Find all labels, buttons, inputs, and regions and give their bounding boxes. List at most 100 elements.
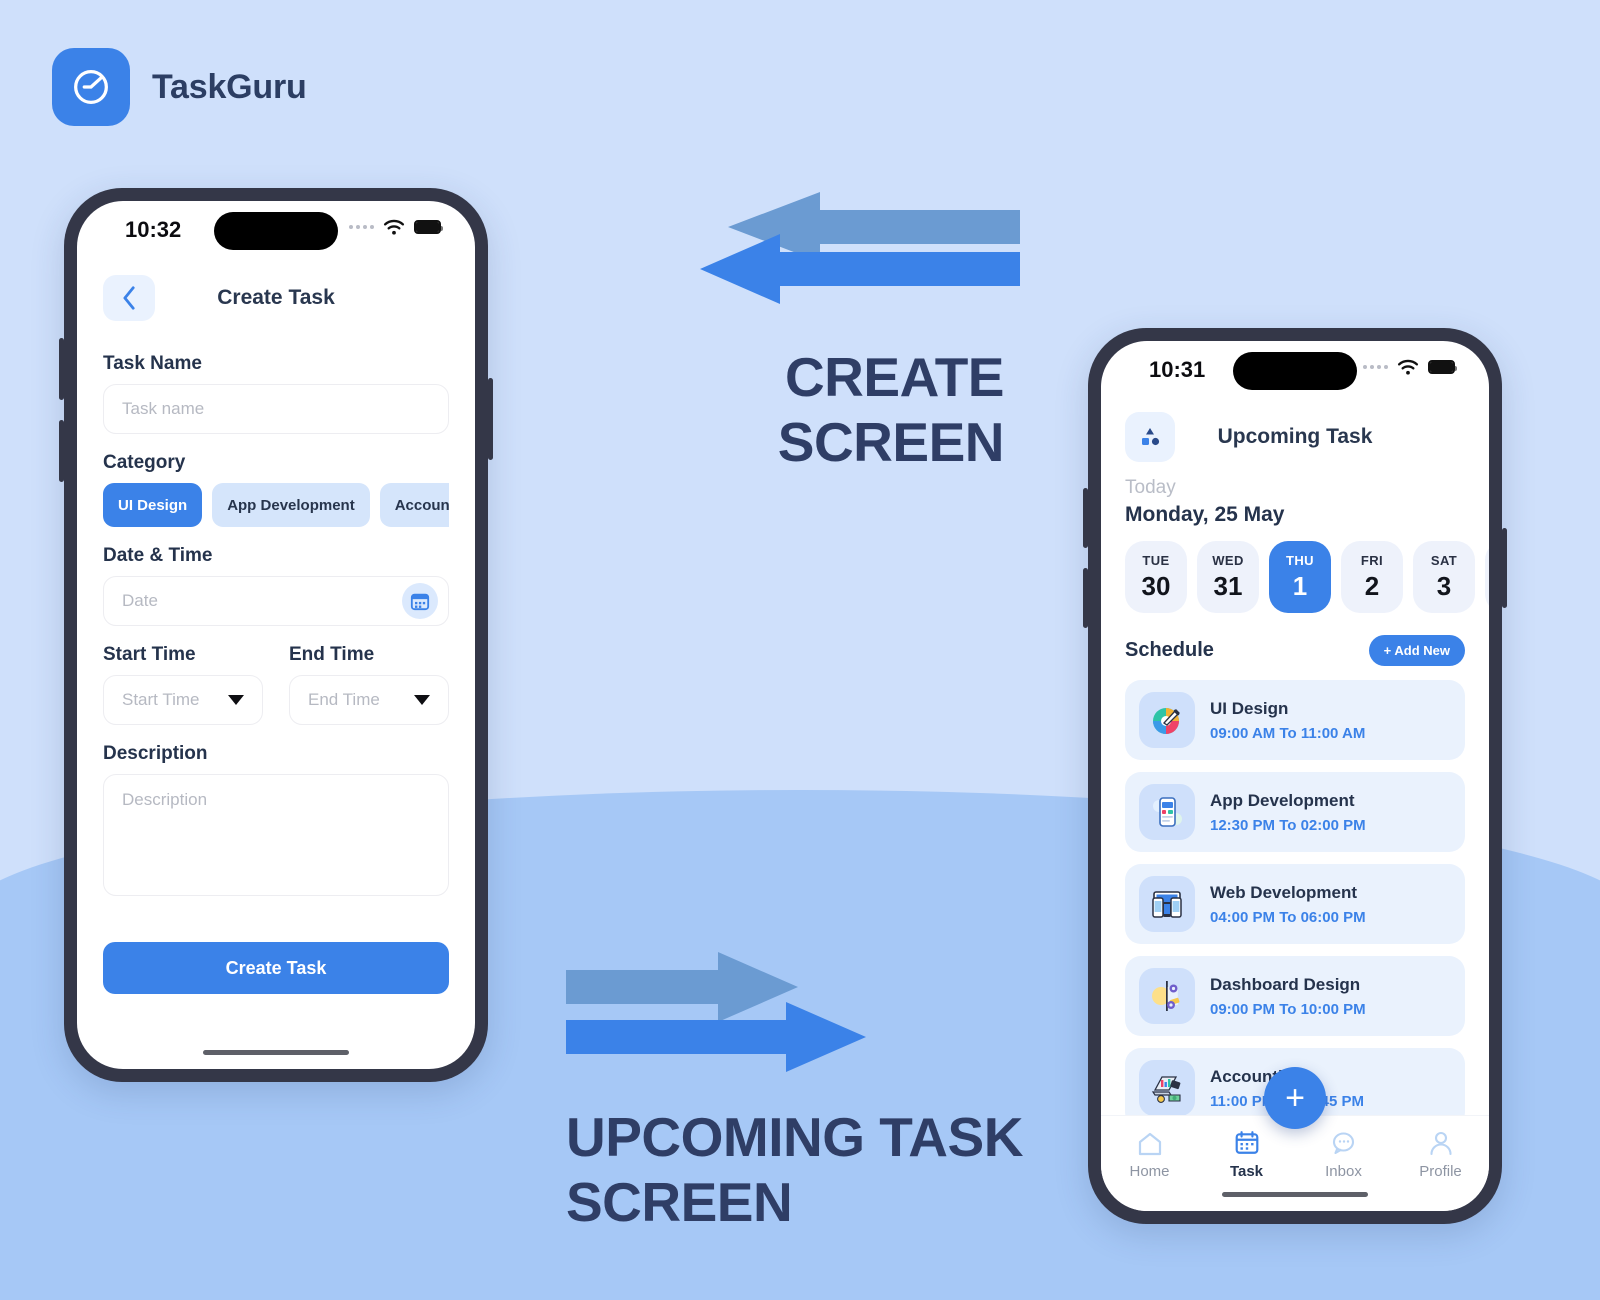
day-number: 31 <box>1213 570 1243 601</box>
task-row[interactable]: UI Design 09:00 AM To 11:00 AM <box>1125 680 1465 760</box>
create-header: Create Task <box>77 261 475 327</box>
status-time: 10:31 <box>1149 357 1206 382</box>
task-time: 12:30 PM To 02:00 PM <box>1210 816 1366 834</box>
task-name-input[interactable]: Task name <box>103 384 449 434</box>
annotation-create-line2: SCREEN <box>777 410 1005 473</box>
phone-volume-up-button <box>1083 488 1088 548</box>
chevron-down-icon <box>228 695 244 705</box>
end-time-select[interactable]: End Time <box>289 675 449 725</box>
create-task-button[interactable]: Create Task <box>103 942 449 994</box>
end-time-label: End Time <box>289 644 375 665</box>
laptop-money-icon <box>1139 1060 1195 1116</box>
user-icon <box>1429 1131 1452 1156</box>
color-wheel-icon <box>1139 692 1195 748</box>
tab-label: Profile <box>1419 1163 1462 1180</box>
upcoming-task-screen: 10:31 Upcoming Task Today Monday, 25 May… <box>1101 341 1489 1211</box>
status-bar-create: 10:32 <box>77 201 475 261</box>
theme-gear-icon <box>1139 968 1195 1024</box>
tab-task[interactable]: Task <box>1198 1130 1295 1180</box>
responsive-devices-icon <box>1139 876 1195 932</box>
phone-volume-up-button <box>59 338 64 400</box>
poster-canvas: TaskGuru 10:32 Create Task Task Name Tas… <box>0 0 1600 1300</box>
phone-mockup-create: 10:32 Create Task Task Name Task name Ca… <box>59 188 493 1082</box>
menu-button[interactable] <box>1125 412 1175 462</box>
day-selector: TUE 30 WED 31 THU 1 FRI 2 SAT 3 <box>1101 527 1489 613</box>
schedule-title: Schedule <box>1125 639 1214 661</box>
add-new-button[interactable]: + Add New <box>1368 635 1465 666</box>
category-chip-app-development[interactable]: App Development <box>212 483 370 527</box>
task-time: 09:00 AM To 11:00 AM <box>1210 724 1366 742</box>
date-placeholder: Date <box>122 591 158 610</box>
day-number: 2 <box>1364 570 1380 601</box>
tab-label: Task <box>1229 1163 1264 1180</box>
upcoming-header: Upcoming Task <box>1101 401 1489 467</box>
start-time-label: Start Time <box>103 644 196 665</box>
task-time: 09:00 PM To 10:00 PM <box>1210 1000 1366 1018</box>
calendar-icon[interactable] <box>402 583 438 619</box>
add-task-fab[interactable]: + <box>1264 1067 1326 1129</box>
phone-power-button <box>1502 528 1507 608</box>
day-chip-thu-1[interactable]: THU 1 <box>1269 541 1331 613</box>
phone-volume-down-button <box>1083 568 1088 628</box>
task-title: Web Development <box>1210 882 1358 902</box>
day-number: 3 <box>1436 570 1452 601</box>
home-indicator <box>1222 1192 1368 1197</box>
category-label: Category <box>103 452 186 473</box>
signal-dots-icon <box>1363 365 1388 369</box>
start-time-select[interactable]: Start Time <box>103 675 263 725</box>
status-time: 10:32 <box>125 217 182 242</box>
day-chip-tue-30[interactable]: TUE 30 <box>1125 541 1187 613</box>
wifi-icon <box>1397 359 1419 375</box>
signal-dots-icon <box>349 225 374 229</box>
today-label: Today <box>1125 477 1176 498</box>
category-chip-accounting[interactable]: Accounting <box>379 483 449 527</box>
tab-label: Inbox <box>1325 1163 1362 1180</box>
mobile-app-icon <box>1139 784 1195 840</box>
start-time-placeholder: Start Time <box>122 690 200 709</box>
day-chip-fri-2[interactable]: FRI 2 <box>1341 541 1403 613</box>
category-chip-list: UI Design App Development Accounting Das <box>103 483 449 527</box>
annotation-upcoming-screen: UPCOMING TASK SCREEN <box>566 1105 1023 1235</box>
description-textarea[interactable]: Description <box>103 774 449 896</box>
day-weekday: WED <box>1212 552 1244 568</box>
create-task-form: Task Name Task name Category UI Design A… <box>77 327 475 994</box>
today-date: Monday, 25 May <box>1125 503 1285 526</box>
home-indicator <box>203 1050 349 1055</box>
day-weekday: THU <box>1286 552 1314 568</box>
date-input[interactable]: Date <box>103 576 449 626</box>
annotation-upcoming-line1: UPCOMING TASK <box>566 1106 1023 1168</box>
annotation-upcoming-line2: SCREEN <box>566 1170 793 1233</box>
description-label: Description <box>103 743 208 764</box>
tab-profile[interactable]: Profile <box>1392 1130 1489 1180</box>
day-chip-sun-4[interactable]: SUN 4 <box>1485 541 1489 613</box>
home-icon <box>1138 1132 1161 1156</box>
tab-home[interactable]: Home <box>1101 1130 1198 1180</box>
task-row[interactable]: Dashboard Design 09:00 PM To 10:00 PM <box>1125 956 1465 1036</box>
phone-power-button <box>488 378 493 460</box>
app-logo <box>52 48 130 126</box>
tab-label: Home <box>1129 1163 1170 1180</box>
arrow-left-bright <box>700 234 1020 304</box>
task-title: App Development <box>1210 790 1355 810</box>
task-row[interactable]: App Development 12:30 PM To 02:00 PM <box>1125 772 1465 852</box>
check-circle-icon <box>74 70 108 104</box>
task-title: Dashboard Design <box>1210 974 1361 994</box>
phone-volume-down-button <box>59 420 64 482</box>
arrow-right-bright <box>566 1002 866 1072</box>
back-button[interactable] <box>103 275 155 321</box>
day-chip-wed-31[interactable]: WED 31 <box>1197 541 1259 613</box>
category-chip-ui-design[interactable]: UI Design <box>103 483 203 527</box>
tab-inbox[interactable]: Inbox <box>1295 1130 1392 1180</box>
day-number: 30 <box>1141 570 1171 601</box>
battery-icon <box>414 220 443 234</box>
chat-icon <box>1332 1132 1354 1155</box>
brand-lockup: TaskGuru <box>52 48 307 126</box>
task-row[interactable]: Web Development 04:00 PM To 06:00 PM <box>1125 864 1465 944</box>
day-weekday: TUE <box>1142 552 1170 568</box>
dynamic-island <box>1233 352 1357 390</box>
day-chip-sat-3[interactable]: SAT 3 <box>1413 541 1475 613</box>
battery-icon <box>1428 360 1457 374</box>
shapes-menu-icon <box>1142 428 1160 446</box>
create-screen: 10:32 Create Task Task Name Task name Ca… <box>77 201 475 1069</box>
schedule-header: Schedule + Add New <box>1101 613 1489 666</box>
